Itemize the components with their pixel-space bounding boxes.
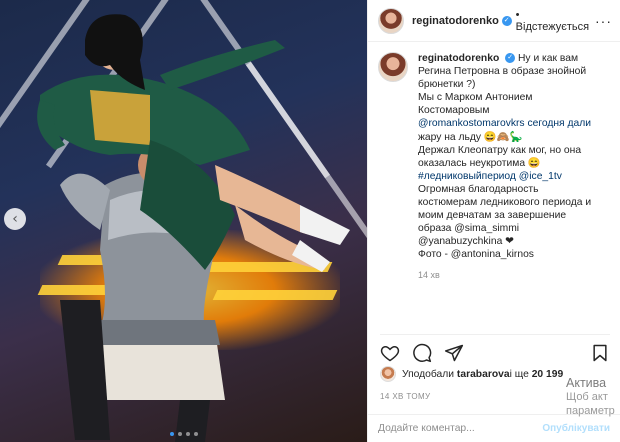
carousel-dot	[177, 432, 182, 436]
chevron-left-icon[interactable]: ‹	[4, 208, 26, 230]
caption-line: костюмерам ледникового периода и	[418, 197, 592, 209]
post-photo[interactable]: ‹	[0, 0, 367, 442]
caption-timestamp: 14 хв	[418, 269, 440, 280]
caption-line[interactable]: образа @sima_simmi	[418, 222, 614, 235]
post-age: 14 ХВ ТОМУ	[380, 392, 431, 401]
header-username[interactable]: reginatodorenko	[412, 15, 499, 27]
comment-icon[interactable]	[412, 343, 432, 363]
caption-line: Костомаровым	[418, 105, 490, 117]
caption-line: Мы с Марком Антонием	[418, 92, 533, 104]
avatar[interactable]	[378, 7, 404, 34]
carousel-dot	[185, 432, 190, 436]
comment-box: Опублікувати	[368, 414, 620, 442]
caption-line: жару на льду 😄🙈🦕	[418, 131, 523, 143]
watermark-title: Актива	[566, 376, 607, 390]
carousel-dots	[0, 432, 367, 436]
ellipsis-icon[interactable]: ···	[595, 13, 612, 29]
caption-mention[interactable]: @yanabuzychkina ❤	[418, 235, 614, 248]
caption-line[interactable]: Фото - @antonina_kirnos	[418, 248, 614, 261]
follow-status-button[interactable]: • Відстежується	[516, 9, 595, 33]
likes-middle: і ще	[509, 368, 529, 380]
caption-line: Регина Петровна в образе знойной	[418, 66, 587, 78]
caption-line: Ну и как вам	[518, 53, 579, 64]
likes-user[interactable]: tarabarova	[457, 369, 510, 380]
caption-text: reginatodorenko ✓ Ну и как вам Регина Пе…	[418, 52, 614, 322]
action-bar	[380, 334, 610, 364]
avatar[interactable]	[378, 52, 408, 82]
likes-count[interactable]: 20 199	[532, 369, 564, 380]
caption-line: моим девчатам за завершение	[418, 210, 567, 222]
skaters-illustration	[37, 14, 350, 442]
comment-input[interactable]	[378, 423, 543, 434]
post-header: reginatodorenko ✓ • Відстежується ···	[368, 0, 620, 42]
follow-status-label: Відстежується	[515, 20, 590, 33]
watermark-line: Щоб акт	[566, 391, 608, 403]
heart-icon[interactable]	[380, 343, 400, 363]
watermark-line: параметр	[566, 405, 615, 417]
caption-mention[interactable]: @romankostomarovkrs сегодня дали	[418, 117, 614, 130]
caption-line: Огромная благодарность	[418, 183, 539, 195]
caption-hashtag[interactable]: #ледниковыйпериод @ice_1tv	[418, 170, 614, 183]
avatar[interactable]	[380, 366, 396, 382]
caption-line: Держал Клеопатру как мог, но она	[418, 144, 582, 156]
publish-button[interactable]: Опублікувати	[542, 423, 610, 434]
caption-username[interactable]: reginatodorenko	[418, 53, 499, 64]
caption-line: оказалась неукротима 😄	[418, 157, 541, 169]
caption-line: брюнетки ?)	[418, 79, 476, 91]
caption-block: reginatodorenko ✓ Ну и как вам Регина Пе…	[378, 52, 614, 322]
carousel-dot	[193, 432, 198, 436]
verified-icon: ✓	[505, 53, 516, 64]
verified-icon: ✓	[501, 15, 512, 26]
carousel-dot	[169, 432, 174, 436]
share-icon[interactable]	[444, 343, 464, 363]
bookmark-icon[interactable]	[590, 343, 610, 363]
windows-activation-watermark: Актива Щоб акт параметр	[566, 376, 615, 418]
likes-prefix: Уподобали	[402, 368, 455, 380]
